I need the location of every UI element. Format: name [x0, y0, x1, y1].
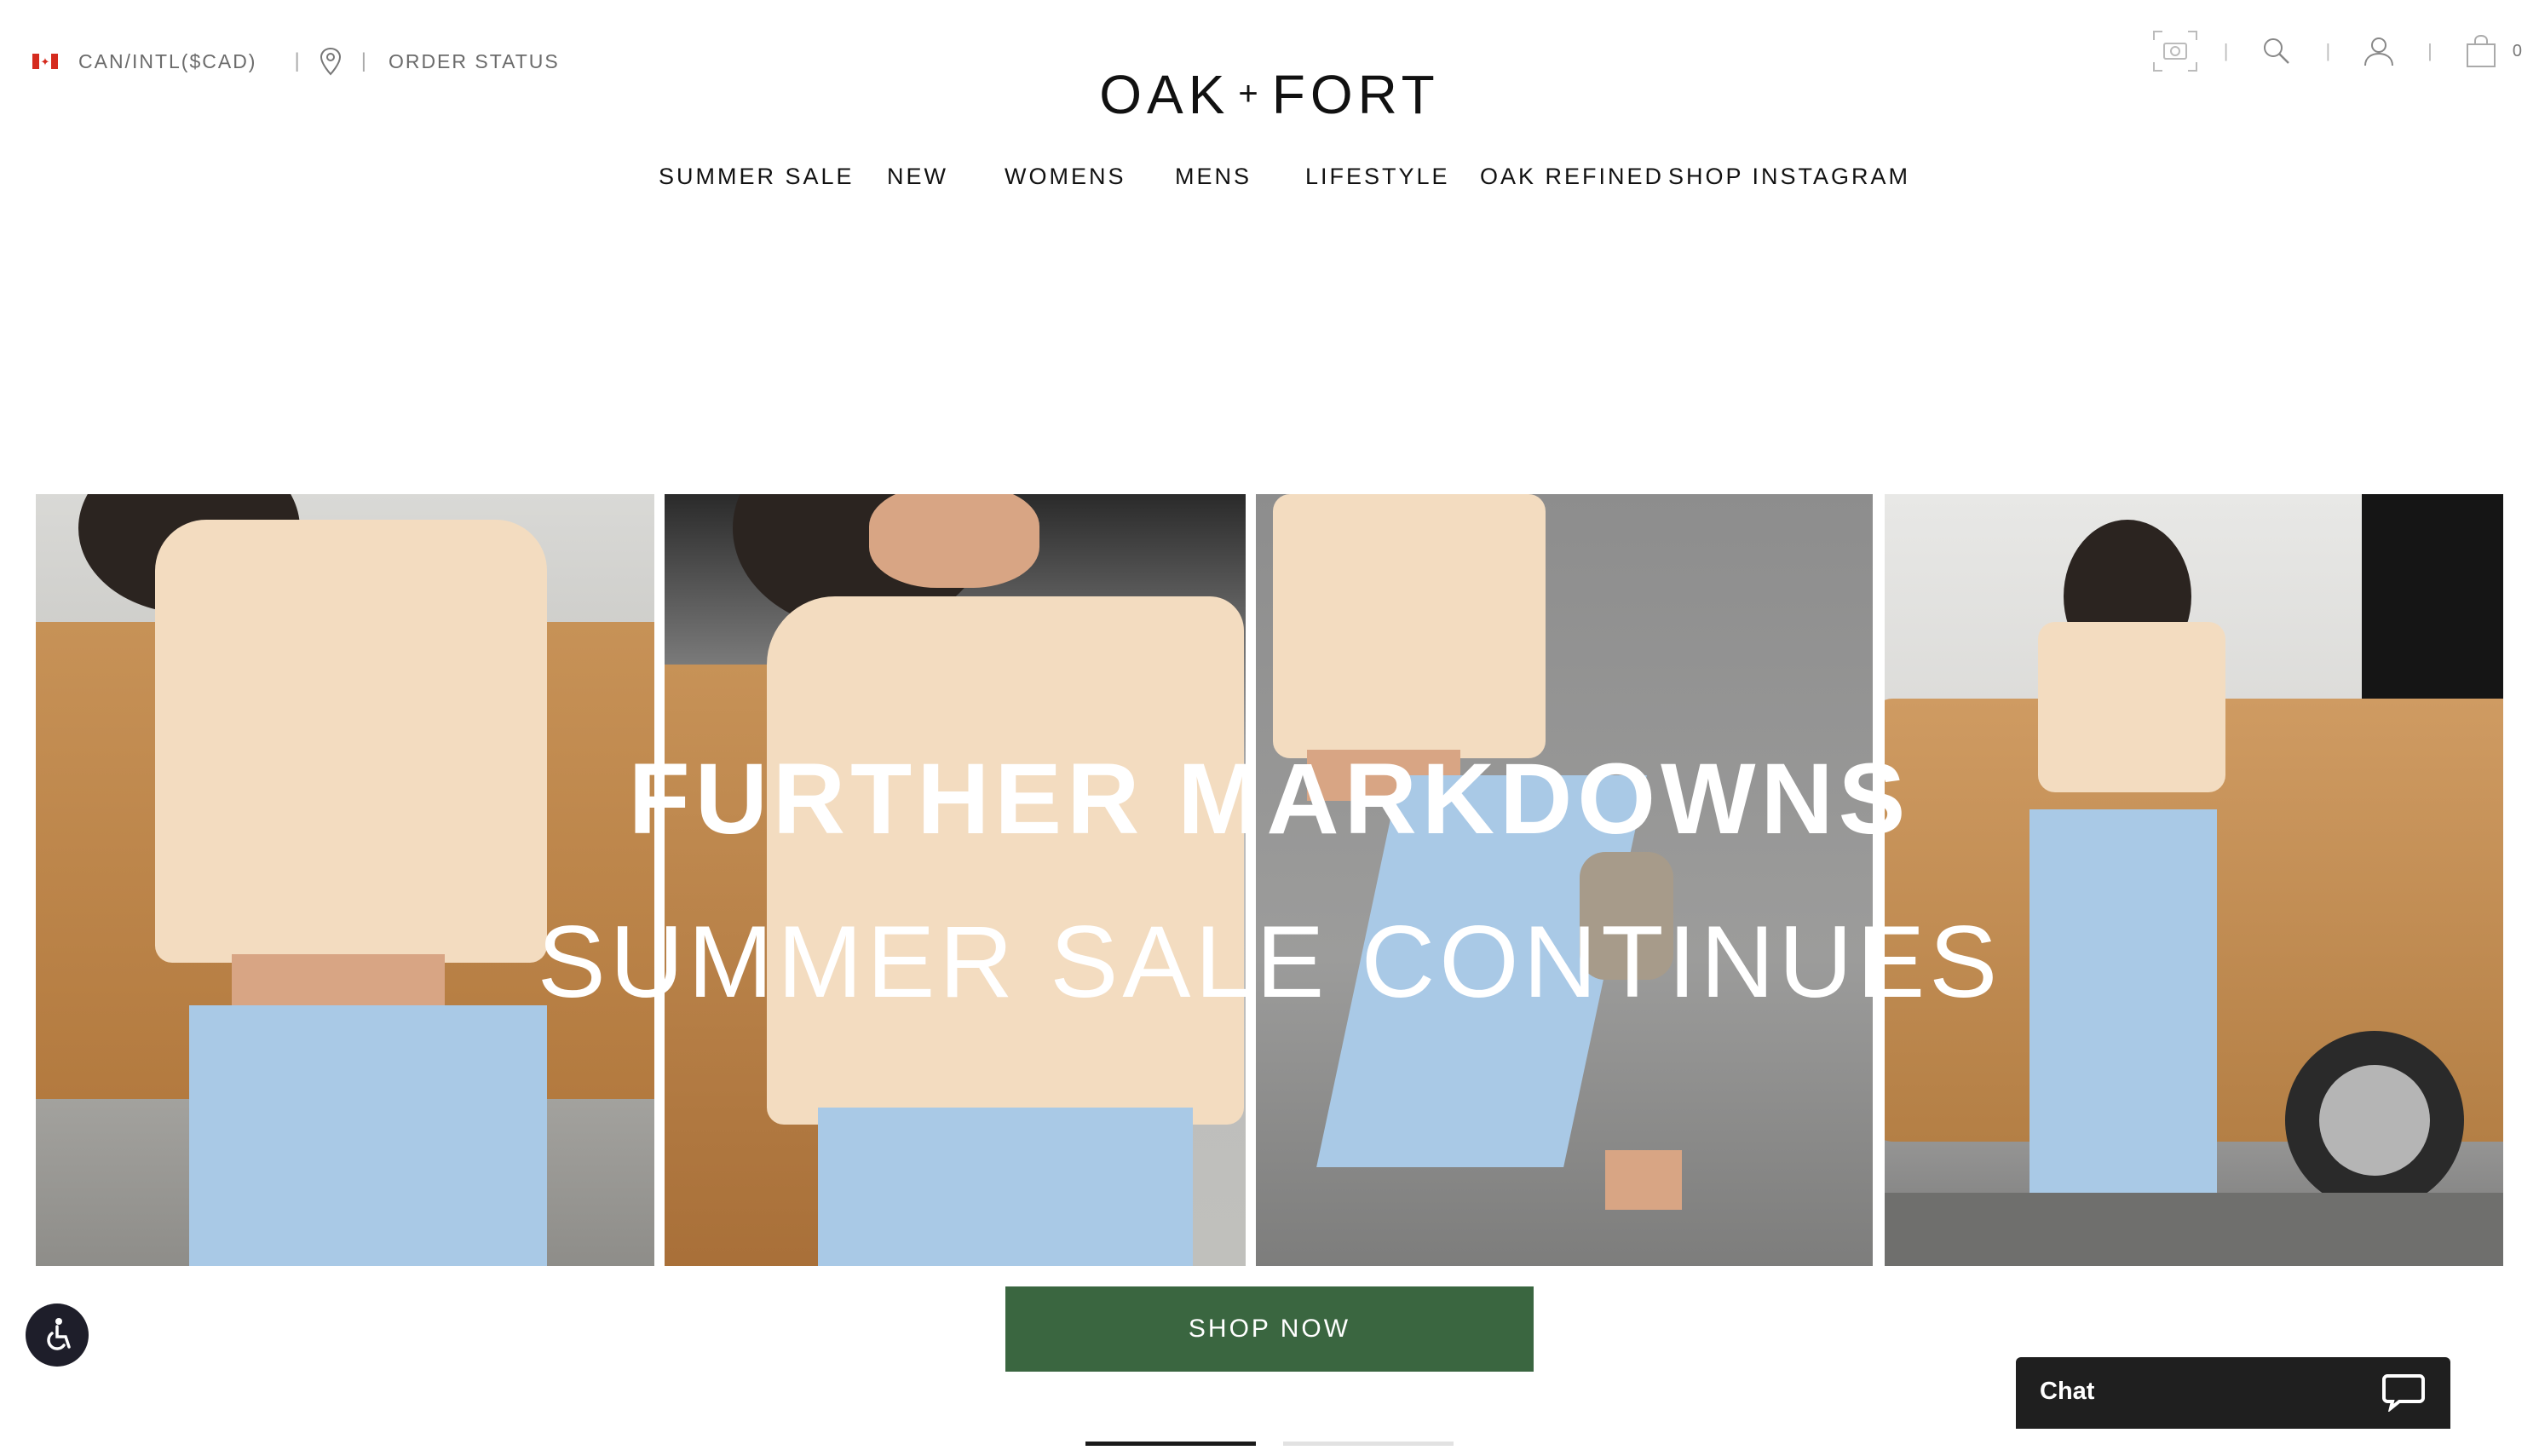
logo-text-left: OAK	[1099, 64, 1230, 125]
accessibility-button[interactable]	[26, 1303, 89, 1367]
divider: |	[2427, 40, 2432, 61]
nav-item-oak-refined[interactable]: OAK REFINED	[1480, 164, 1664, 190]
nav-item-womens[interactable]: WOMENS	[1005, 164, 1126, 190]
logo-plus: +	[1238, 75, 1264, 112]
cart-count: 0	[2512, 41, 2522, 60]
slider-dot-1[interactable]	[1085, 1442, 1256, 1446]
hero-banner[interactable]	[36, 494, 2503, 1266]
chat-label: Chat	[2040, 1378, 2095, 1405]
shop-now-button[interactable]: SHOP NOW	[1005, 1286, 1534, 1372]
nav-item-lifestyle[interactable]: LIFESTYLE	[1305, 164, 1450, 190]
hero-subline: SUMMER SALE CONTINUES	[537, 905, 2002, 1019]
chat-widget[interactable]: Chat	[2016, 1357, 2450, 1429]
divider: |	[2223, 40, 2229, 61]
slider-dot-2[interactable]	[1283, 1442, 1454, 1446]
hero-photo-2	[665, 494, 1246, 1266]
hero-headline: FURTHER MARKDOWNS	[628, 743, 1911, 855]
nav-item-shop-instagram[interactable]: SHOP INSTAGRAM	[1668, 164, 1910, 190]
hero-photo-1	[36, 494, 654, 1266]
hero-photo-4	[1885, 494, 2503, 1266]
hero-photo-3	[1256, 494, 1873, 1266]
accessibility-icon	[47, 1318, 71, 1350]
nav-item-new[interactable]: NEW	[887, 164, 948, 190]
divider: |	[2325, 40, 2331, 61]
chat-bubble-icon	[2382, 1374, 2425, 1412]
nav-item-mens[interactable]: MENS	[1175, 164, 1252, 190]
nav-item-summer-sale[interactable]: SUMMER SALE	[659, 164, 855, 190]
main-nav: SUMMER SALE NEW WOMENS MENS LIFESTYLE OA…	[0, 164, 2539, 198]
logo-text-right: FORT	[1271, 64, 1440, 125]
brand-logo[interactable]: OAK + FORT	[0, 63, 2539, 126]
